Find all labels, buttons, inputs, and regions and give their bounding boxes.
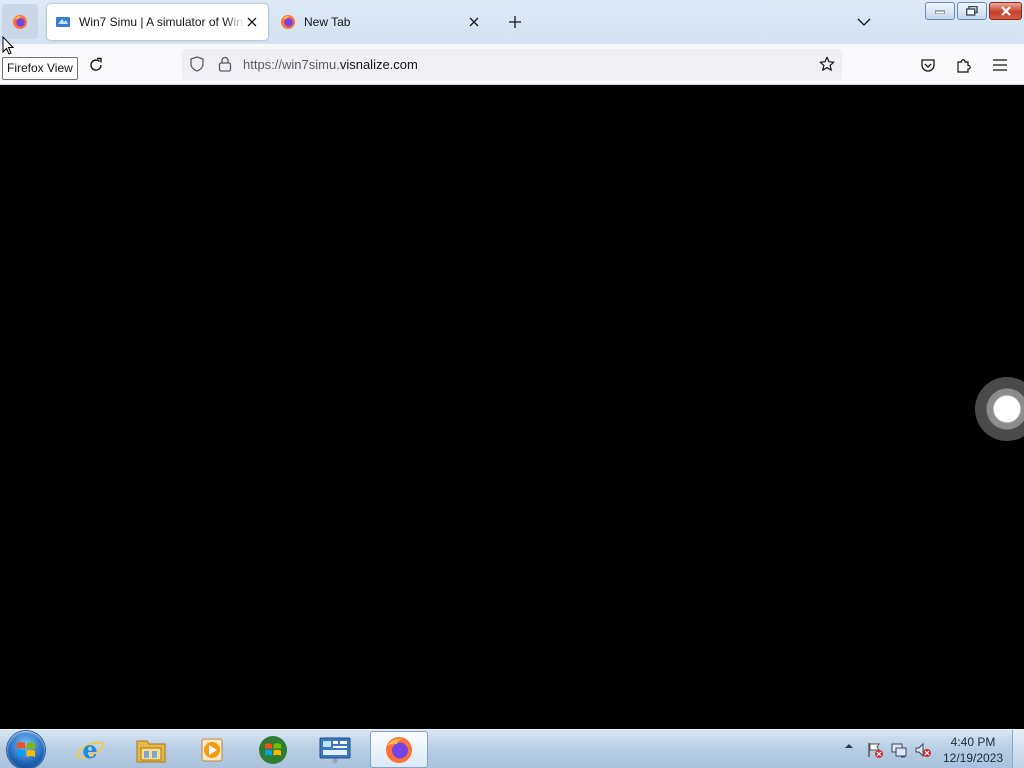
- plus-icon: [509, 16, 521, 28]
- start-button[interactable]: [7, 731, 45, 768]
- floating-assistive-button[interactable]: [975, 377, 1024, 441]
- bookmark-star-icon[interactable]: [818, 55, 836, 73]
- browser-titlebar: Win7 Simu | A simulator of Windows 7 New…: [0, 0, 1024, 44]
- volume-muted-icon[interactable]: [914, 741, 932, 759]
- tab-new-tab[interactable]: New Tab: [272, 4, 490, 40]
- chevron-down-icon: [857, 18, 871, 26]
- tab-win7simu[interactable]: Win7 Simu | A simulator of Windows 7: [47, 4, 268, 40]
- restore-button[interactable]: [957, 2, 987, 20]
- lock-icon[interactable]: [216, 55, 234, 73]
- windows-logo-icon: [259, 735, 287, 764]
- taskbar-firefox[interactable]: [370, 731, 428, 768]
- action-center-flag-icon[interactable]: [866, 741, 884, 759]
- mouse-cursor-icon: [2, 36, 15, 55]
- close-window-button[interactable]: [989, 2, 1022, 20]
- taskbar-media-player[interactable]: [183, 731, 241, 768]
- show-hidden-icons-icon[interactable]: [844, 742, 854, 750]
- control-panel-icon: [319, 737, 351, 763]
- list-all-tabs-button[interactable]: [854, 12, 874, 32]
- url-domain: visnalize.com: [339, 57, 418, 72]
- taskbar-windows-update[interactable]: [244, 731, 302, 768]
- internet-explorer-icon: e: [76, 735, 104, 764]
- firefox-icon: [386, 736, 412, 763]
- url-text[interactable]: https://win7simu.visnalize.com: [243, 57, 418, 72]
- windows-taskbar: e 4:40 PM 12/19/2023: [0, 729, 1024, 768]
- pocket-icon: [921, 59, 935, 72]
- puzzle-piece-icon: [957, 59, 971, 73]
- application-menu-button[interactable]: [990, 55, 1010, 75]
- minimize-button[interactable]: [925, 2, 955, 20]
- reload-icon: [90, 57, 102, 71]
- clock-time: 4:40 PM: [950, 735, 996, 749]
- minimize-icon: [935, 10, 945, 14]
- firefox-icon: [13, 14, 27, 29]
- reload-button[interactable]: [86, 55, 106, 75]
- tracking-protection-shield-icon[interactable]: [188, 55, 206, 73]
- close-icon: [1000, 6, 1011, 16]
- windows-logo-icon: [17, 742, 35, 757]
- window-caption-buttons: [925, 2, 1022, 20]
- clock-date: 12/19/2023: [942, 751, 1004, 765]
- tab-title: New Tab: [304, 15, 351, 29]
- new-tab-button[interactable]: [505, 12, 525, 32]
- url-prefix: https://win7simu.: [243, 57, 340, 72]
- hamburger-menu-icon: [993, 59, 1007, 71]
- taskbar-internet-explorer[interactable]: e: [61, 731, 119, 768]
- firefox-icon: [281, 15, 295, 29]
- close-tab-icon[interactable]: [244, 14, 260, 30]
- win7simu-favicon-icon: [56, 17, 70, 27]
- close-tab-icon[interactable]: [466, 14, 482, 30]
- taskbar-windows-explorer[interactable]: [122, 731, 180, 768]
- page-content[interactable]: [0, 85, 1024, 729]
- firefox-view-button[interactable]: [2, 4, 38, 39]
- windows-explorer-icon: [136, 740, 166, 762]
- network-icon[interactable]: [890, 741, 908, 759]
- firefox-view-tooltip: Firefox View: [2, 57, 78, 80]
- extensions-button[interactable]: [954, 55, 974, 75]
- svg-text:e: e: [82, 735, 97, 764]
- tab-title: Win7 Simu | A simulator of Windows 7: [79, 15, 244, 29]
- navigation-toolbar: https://win7simu.visnalize.com: [0, 44, 1024, 85]
- show-desktop-button[interactable]: [1012, 730, 1024, 768]
- restore-icon: [966, 6, 978, 16]
- media-player-icon: [201, 738, 223, 761]
- system-clock[interactable]: 4:40 PM 12/19/2023: [938, 734, 1008, 766]
- taskbar-control-panel[interactable]: [306, 731, 364, 768]
- url-bar[interactable]: https://win7simu.visnalize.com: [182, 49, 842, 80]
- pocket-button[interactable]: [918, 55, 938, 75]
